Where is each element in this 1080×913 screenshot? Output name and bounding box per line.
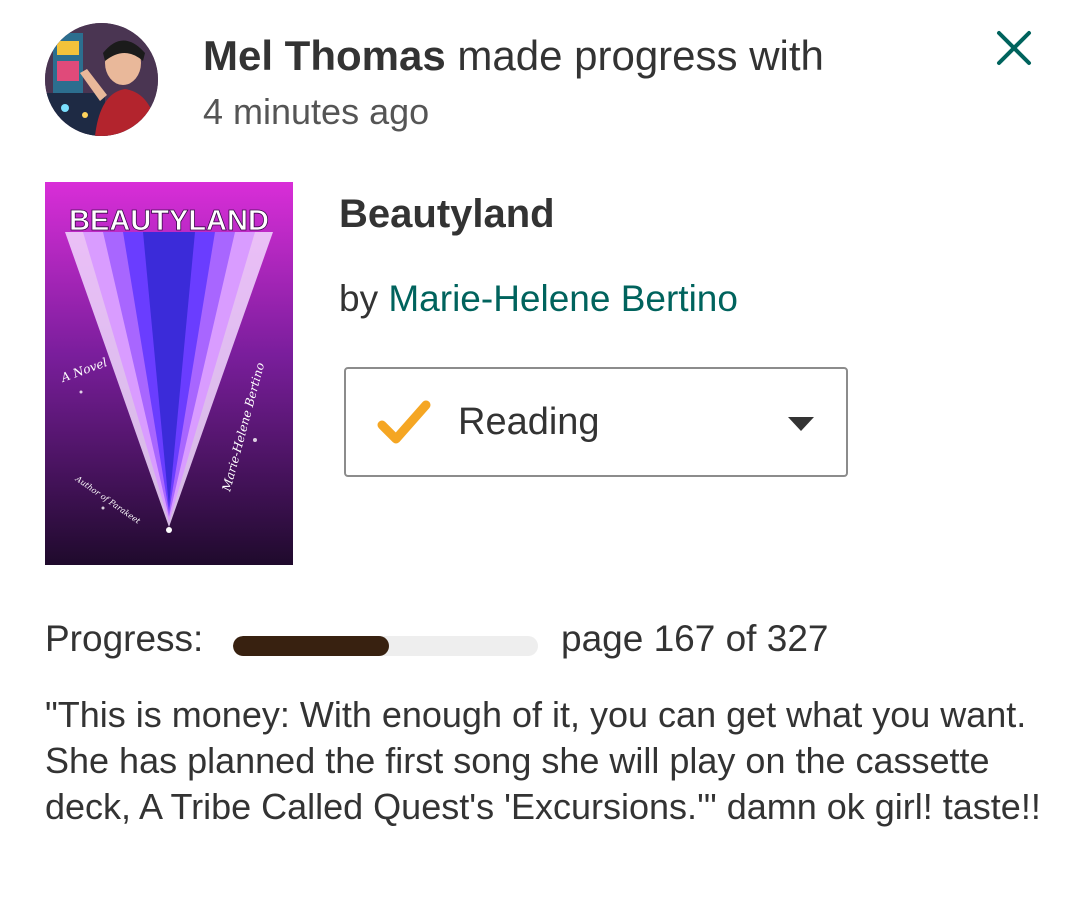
shelf-status-dropdown[interactable]: Reading [344, 367, 848, 477]
book-cover-image: BEAUTYLAND A Novel Marie-Helene Bertino … [45, 182, 293, 565]
by-label: by [339, 278, 389, 319]
avatar[interactable] [45, 23, 158, 136]
activity-timestamp: 4 minutes ago [203, 91, 430, 132]
close-button[interactable] [988, 22, 1040, 74]
review-text: "This is money: With enough of it, you c… [45, 694, 1041, 827]
progress-bar-fill [233, 636, 389, 656]
author-link[interactable]: Marie-Helene Bertino [388, 278, 738, 319]
progress-page-text: page 167 of 327 [561, 618, 829, 659]
close-icon [997, 31, 1031, 65]
caret-down-icon [788, 417, 814, 431]
activity-action-text: made progress with [445, 32, 824, 79]
shelf-status-label: Reading [458, 401, 600, 443]
cover-title-text: BEAUTYLAND [69, 205, 269, 237]
progress-bar [233, 636, 538, 656]
book-cover[interactable]: BEAUTYLAND A Novel Marie-Helene Bertino … [45, 182, 293, 565]
check-icon [377, 400, 431, 444]
activity-header: Mel Thomas made progress with [203, 30, 824, 82]
user-name-link[interactable]: Mel Thomas [203, 32, 446, 79]
progress-label: Progress: [45, 618, 204, 659]
book-title-link[interactable]: Beautyland [339, 190, 555, 238]
byline: by Marie-Helene Bertino [339, 276, 738, 322]
avatar-image [45, 23, 158, 136]
